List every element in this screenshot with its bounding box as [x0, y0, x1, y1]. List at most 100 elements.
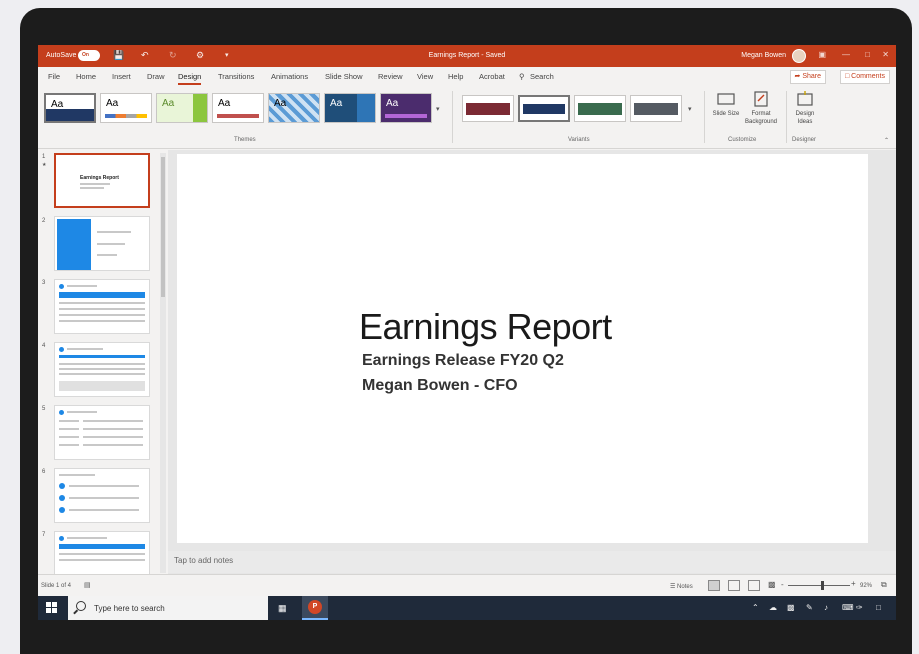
themes-more-icon[interactable]: ▾: [436, 105, 440, 113]
slide-number: 2: [42, 218, 46, 224]
tab-insert[interactable]: Insert: [112, 72, 131, 81]
maximize-icon[interactable]: □: [865, 50, 870, 59]
normal-view-icon[interactable]: [708, 580, 720, 591]
theme-2[interactable]: Aa: [100, 93, 152, 123]
theme-6[interactable]: Aa: [324, 93, 376, 123]
onedrive-icon[interactable]: ☁: [769, 603, 777, 612]
zoom-level[interactable]: 92%: [860, 583, 872, 589]
powerpoint-taskbar-button[interactable]: P: [302, 596, 328, 620]
status-bar: Slide 1 of 4 ▤ ☰ Notes ▩ - + 92% ⧉: [38, 574, 896, 596]
volume-icon[interactable]: ♪: [824, 603, 828, 612]
search-icon: [76, 601, 86, 611]
minimize-icon[interactable]: —: [842, 50, 850, 59]
pen-icon[interactable]: ✎: [806, 603, 813, 612]
themes-group-label: Themes: [234, 137, 256, 143]
accessibility-icon[interactable]: ▤: [84, 581, 91, 589]
slide-number: 3: [42, 280, 46, 286]
theme-4[interactable]: Aa: [212, 93, 264, 123]
notes-pane[interactable]: Tap to add notes: [168, 551, 896, 573]
thumbnail-scrollbar[interactable]: [160, 153, 166, 573]
keyboard-icon[interactable]: ⌨: [842, 603, 854, 612]
ribbon-divider: [452, 91, 453, 143]
zoom-out-icon[interactable]: -: [781, 580, 784, 589]
slide-number: 6: [42, 469, 46, 475]
tab-acrobat[interactable]: Acrobat: [479, 72, 505, 81]
variant-2[interactable]: [518, 95, 570, 122]
ribbon-divider: [786, 91, 787, 143]
user-name[interactable]: Megan Bowen: [741, 52, 786, 59]
slide-thumbnail-1[interactable]: Earnings Report: [54, 153, 150, 208]
slide-title[interactable]: Earnings Report: [359, 306, 612, 348]
theme-5[interactable]: Aa: [268, 93, 320, 123]
collapse-ribbon-icon[interactable]: ⌃: [884, 137, 889, 144]
windows-start-icon[interactable]: [46, 602, 58, 614]
variant-1[interactable]: [462, 95, 514, 122]
star-icon: ★: [42, 162, 47, 168]
title-bar: AutoSave On 💾 ↶ ↻ ⚙ ▾ Earnings Report - …: [38, 45, 896, 67]
tab-design[interactable]: Design: [178, 72, 202, 85]
show-hidden-icons[interactable]: ⌃: [752, 603, 759, 612]
variant-3[interactable]: [574, 95, 626, 122]
pen-workspace-icon[interactable]: ✑: [856, 603, 863, 612]
tab-review[interactable]: Review: [378, 72, 403, 81]
current-slide[interactable]: Earnings Report Earnings Release FY20 Q2…: [177, 154, 868, 543]
scrollbar-handle[interactable]: [161, 157, 165, 297]
theme-3[interactable]: Aa: [156, 93, 208, 123]
task-view-icon[interactable]: ▦: [278, 603, 287, 614]
tab-slide-show[interactable]: Slide Show: [325, 72, 363, 81]
zoom-in-icon[interactable]: +: [851, 579, 856, 588]
slide-thumbnail-5[interactable]: [54, 405, 150, 460]
powerpoint-icon: P: [308, 600, 322, 614]
close-icon[interactable]: ✕: [882, 50, 889, 59]
slideshow-icon[interactable]: ▩: [768, 580, 776, 589]
format-background-button[interactable]: Format Background: [741, 91, 781, 126]
zoom-slider-handle[interactable]: [821, 581, 825, 590]
variants-more-icon[interactable]: ▾: [688, 105, 692, 113]
notes-label: Notes: [677, 584, 693, 590]
reading-view-icon[interactable]: [748, 580, 760, 591]
network-icon[interactable]: ▩: [787, 603, 795, 612]
comments-button[interactable]: □ Comments: [839, 70, 890, 84]
comments-label: Comments: [851, 73, 885, 80]
design-ideas-icon: [797, 91, 813, 106]
designer-group-label: Designer: [792, 137, 817, 143]
zoom-slider[interactable]: [788, 585, 850, 586]
tab-view[interactable]: View: [417, 72, 433, 81]
tab-animations[interactable]: Animations: [271, 72, 308, 81]
tab-home[interactable]: Home: [76, 72, 96, 81]
taskbar-search-box[interactable]: Type here to search: [68, 596, 268, 620]
slide-thumbnail-panel: 1 ★ Earnings Report 2 3 4 5 6 7: [38, 150, 166, 574]
ribbon-display-icon[interactable]: ▣: [818, 50, 826, 59]
design-ideas-label: Design Ideas: [795, 111, 815, 125]
share-button[interactable]: ➦ Share: [789, 70, 826, 84]
format-background-icon: [754, 91, 768, 107]
notes-button[interactable]: ☰ Notes: [670, 583, 693, 590]
taskbar-search-placeholder: Type here to search: [94, 604, 165, 613]
slide-sorter-icon[interactable]: [728, 580, 740, 591]
fit-to-window-icon[interactable]: ⧉: [881, 580, 887, 590]
tab-transitions[interactable]: Transitions: [218, 72, 254, 81]
slide-number: 4: [42, 343, 46, 349]
design-ideas-button[interactable]: Design Ideas: [790, 91, 820, 126]
search-icon[interactable]: ⚲: [519, 72, 525, 81]
tell-me-search[interactable]: Search: [530, 72, 554, 81]
tab-file[interactable]: File: [48, 72, 60, 81]
variant-4[interactable]: [630, 95, 682, 122]
theme-office[interactable]: Aa: [44, 93, 96, 123]
slide-subtitle-2[interactable]: Megan Bowen - CFO: [362, 377, 518, 395]
slide-number: 7: [42, 532, 46, 538]
tab-draw[interactable]: Draw: [147, 72, 165, 81]
slide-thumbnail-6[interactable]: [54, 468, 150, 523]
slide-thumbnail-4[interactable]: [54, 342, 150, 397]
slide-subtitle-1[interactable]: Earnings Release FY20 Q2: [362, 352, 564, 370]
slide-thumbnail-3[interactable]: [54, 279, 150, 334]
slide-size-button[interactable]: Slide Size: [710, 91, 742, 118]
slide-thumbnail-7[interactable]: [54, 531, 150, 574]
notifications-icon[interactable]: □: [876, 603, 881, 612]
ribbon-divider: [704, 91, 705, 143]
slide-count: Slide 1 of 4: [41, 583, 72, 589]
tab-help[interactable]: Help: [448, 72, 463, 81]
slide-thumbnail-2[interactable]: [54, 216, 150, 271]
theme-7[interactable]: Aa: [380, 93, 432, 123]
avatar[interactable]: [792, 49, 806, 63]
